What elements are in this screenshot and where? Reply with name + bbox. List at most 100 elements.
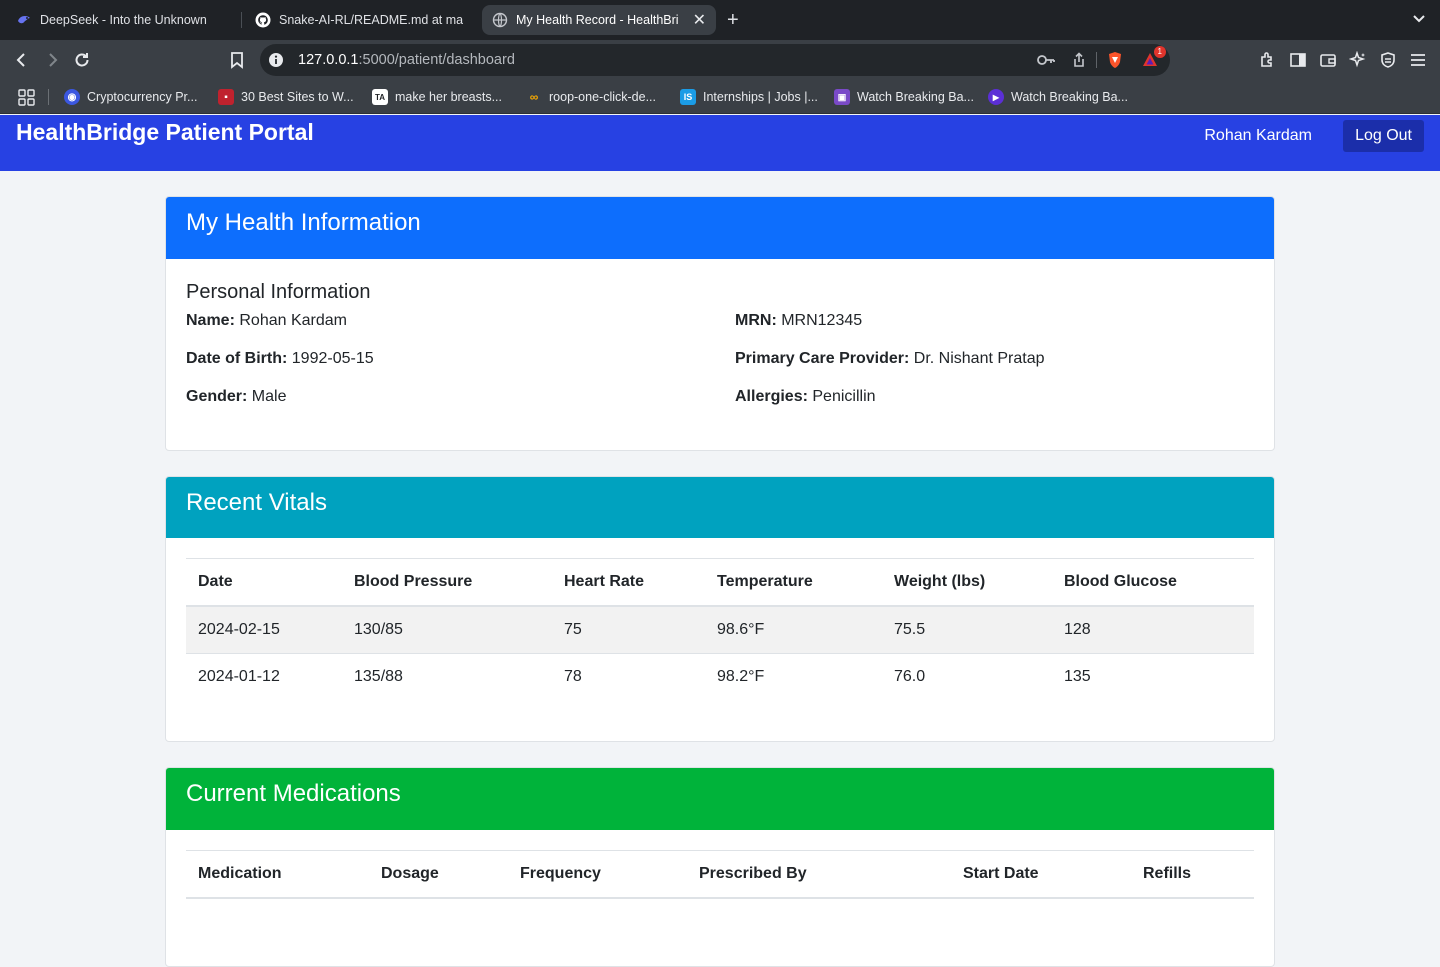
vitals-header-row: Date Blood Pressure Heart Rate Temperatu… [186,559,1254,607]
deepseek-icon [16,12,32,28]
tab-deepseek[interactable]: DeepSeek - Into the Unknown [6,5,236,35]
sidebar-toggle-icon[interactable] [1288,50,1308,70]
vpn-shield-icon[interactable] [1378,50,1398,70]
health-info-header: My Health Information [166,197,1274,259]
bookmarks-bar: ◉ Cryptocurrency Pr... ▪ 30 Best Sites t… [0,80,1440,114]
extensions-icon[interactable] [1258,50,1278,70]
brave-shields-icon[interactable] [1107,52,1123,68]
back-icon[interactable] [12,50,32,70]
bookmark-item[interactable]: ▣ Watch Breaking Ba... [834,86,974,108]
table-cell: 128 [1052,606,1254,654]
column-header: Refills [1131,851,1254,899]
address-bar[interactable]: 127.0.0.1:5000/patient/dashboard 1 [260,44,1170,76]
new-tab-button[interactable]: + [727,8,739,32]
ta-icon: TA [372,89,388,105]
table-cell: 2024-02-15 [186,606,342,654]
personal-info-grid: Name: Rohan Kardam MRN: MRN12345 Date of… [186,312,1254,406]
vitals-table: Date Blood Pressure Heart Rate Temperatu… [186,558,1254,700]
url-text[interactable]: 127.0.0.1:5000/patient/dashboard [298,44,515,76]
logout-button[interactable]: Log Out [1343,120,1424,152]
table-cell: 135 [1052,654,1254,701]
play-icon: ▶ [988,89,1004,105]
browser-tab-strip: DeepSeek - Into the Unknown Snake-AI-RL/… [0,0,1440,40]
name-field: Name: Rohan Kardam [186,312,735,330]
wallet-icon[interactable] [1318,50,1338,70]
tab-my-health-record[interactable]: My Health Record - HealthBridge ✕ [482,5,716,35]
apps-grid-icon[interactable] [18,89,35,111]
column-header: Dosage [369,851,508,899]
colab-icon: ∞ [526,89,542,105]
column-header: Temperature [705,559,882,607]
bookmark-item[interactable]: ▶ Watch Breaking Ba... [988,86,1128,108]
share-icon[interactable] [1071,52,1087,68]
close-tab-icon[interactable]: ✕ [693,10,706,30]
personal-info-title: Personal Information [186,281,1254,304]
rewards-badge: 1 [1154,46,1166,58]
password-key-icon[interactable] [1036,52,1056,68]
bookmark-icon[interactable] [227,50,247,70]
dob-field: Date of Birth: 1992-05-15 [186,350,735,368]
table-row: 2024-01-12 135/88 78 98.2°F 76.0 135 [186,654,1254,701]
main-content: My Health Information Personal Informati… [0,171,1440,900]
medications-body: Medication Dosage Frequency Prescribed B… [166,830,1274,919]
table-cell: 78 [552,654,705,701]
table-cell: 2024-01-12 [186,654,342,701]
site-info-icon[interactable] [268,52,284,68]
vitals-card: Recent Vitals Date Blood Pressure Heart … [165,476,1275,742]
column-header: Heart Rate [552,559,705,607]
internshala-icon: IS [680,89,696,105]
vitals-body: Date Blood Pressure Heart Rate Temperatu… [166,538,1274,720]
reload-icon[interactable] [72,50,92,70]
table-row: 2024-02-15 130/85 75 98.6°F 75.5 128 [186,606,1254,654]
table-cell: 98.2°F [705,654,882,701]
globe-icon [492,12,508,28]
medications-header-row: Medication Dosage Frequency Prescribed B… [186,851,1254,899]
column-header: Date [186,559,342,607]
crypto-icon: ◉ [64,89,80,105]
medications-header: Current Medications [166,768,1274,830]
column-header: Blood Glucose [1052,559,1254,607]
browser-toolbar: 127.0.0.1:5000/patient/dashboard 1 [0,40,1440,80]
table-cell: 98.6°F [705,606,882,654]
vitals-header: Recent Vitals [166,477,1274,538]
tab-search-chevron-icon[interactable] [1410,9,1428,32]
bookmark-item[interactable]: ∞ roop-one-click-de... [526,86,656,108]
table-cell: 130/85 [342,606,552,654]
tab-github[interactable]: Snake-AI-RL/README.md at main [245,5,473,35]
menu-icon[interactable] [1408,50,1428,70]
brave-rewards-icon[interactable]: 1 [1142,52,1158,68]
health-info-body: Personal Information Name: Rohan Kardam … [166,259,1274,426]
user-name: Rohan Kardam [1204,127,1312,145]
leo-ai-icon[interactable] [1348,50,1368,70]
allergies-field: Allergies: Penicillin [735,388,1254,406]
bookmark-item[interactable]: TA make her breasts... [372,86,502,108]
column-header: Prescribed By [687,851,951,899]
brand-title[interactable]: HealthBridge Patient Portal [16,119,314,146]
medications-table: Medication Dosage Frequency Prescribed B… [186,850,1254,899]
bookmark-item[interactable]: ▪ 30 Best Sites to W... [218,86,354,108]
tab-separator [241,12,242,28]
pcp-field: Primary Care Provider: Dr. Nishant Prata… [735,350,1254,368]
table-cell: 75 [552,606,705,654]
bookmarks-divider [48,89,49,105]
omnibox-divider [1096,52,1097,68]
table-cell: 76.0 [882,654,1052,701]
table-cell: 135/88 [342,654,552,701]
bookmark-item[interactable]: IS Internships | Jobs |... [680,86,818,108]
column-header: Start Date [951,851,1131,899]
column-header: Weight (lbs) [882,559,1052,607]
gender-field: Gender: Male [186,388,735,406]
column-header: Medication [186,851,369,899]
column-header: Frequency [508,851,687,899]
mrn-field: MRN: MRN12345 [735,312,1254,330]
bookmark-item[interactable]: ◉ Cryptocurrency Pr... [64,86,197,108]
column-header: Blood Pressure [342,559,552,607]
medications-card: Current Medications Medication Dosage Fr… [165,767,1275,967]
video-icon: ▣ [834,89,850,105]
sites-icon: ▪ [218,89,234,105]
table-cell: 75.5 [882,606,1052,654]
forward-icon[interactable] [42,50,62,70]
app-header: HealthBridge Patient Portal Rohan Kardam… [0,115,1440,171]
health-info-card: My Health Information Personal Informati… [165,196,1275,451]
github-icon [255,12,271,28]
